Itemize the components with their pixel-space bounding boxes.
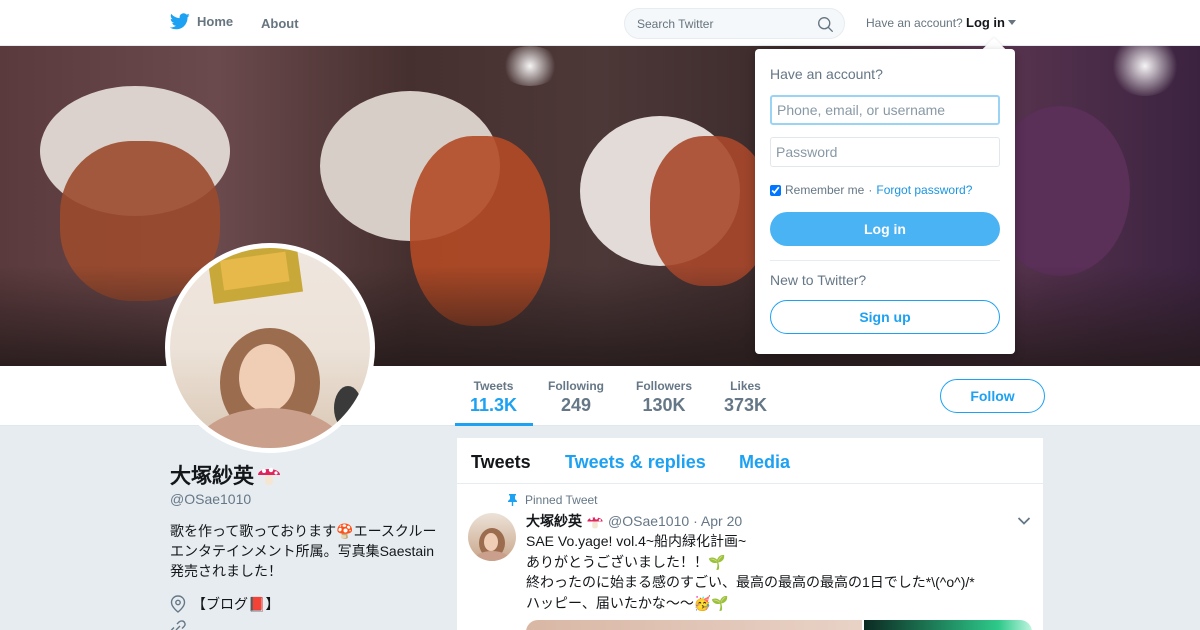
dropdown-divider <box>770 260 1000 261</box>
stat-following[interactable]: Following 249 <box>548 379 604 416</box>
active-tab-indicator <box>455 423 533 426</box>
stage-light <box>500 46 560 86</box>
search-icon[interactable] <box>817 16 834 33</box>
stat-label: Tweets <box>473 379 514 393</box>
stage-light <box>1110 46 1180 96</box>
caret-down-icon <box>1008 20 1016 25</box>
mushroom-icon <box>587 516 603 528</box>
profile-name[interactable]: 大塚紗英 <box>170 460 282 490</box>
pin-icon <box>508 494 517 506</box>
separator-dot: · <box>868 183 873 197</box>
tweet-date[interactable]: · Apr 20 <box>693 513 742 529</box>
avatar-photo <box>191 248 362 448</box>
remember-me: Remember me · Forgot password? <box>770 183 972 197</box>
password-field[interactable] <box>770 137 1000 167</box>
search-box <box>624 8 845 39</box>
remember-me-label[interactable]: Remember me <box>785 183 864 197</box>
stat-followers[interactable]: Followers 130K <box>636 379 692 416</box>
follow-button[interactable]: Follow <box>940 379 1045 413</box>
new-to-twitter-text: New to Twitter? <box>770 272 867 288</box>
tweet-author-name[interactable]: 大塚紗英 <box>526 511 582 531</box>
signup-button[interactable]: Sign up <box>770 300 1000 334</box>
stat-value: 373K <box>724 395 768 415</box>
performer-hair <box>650 136 770 286</box>
stat-value: 11.3K <box>470 395 518 415</box>
nav-home[interactable]: Home <box>170 13 233 30</box>
tweet-header: 大塚紗英 @OSae1010 · Apr 20 <box>526 511 742 531</box>
stat-label: Likes <box>730 379 761 393</box>
tab-tweets-replies[interactable]: Tweets & replies <box>565 452 706 473</box>
profile-handle[interactable]: @OSae1010 <box>170 491 251 507</box>
stat-label: Following <box>548 379 604 393</box>
remember-me-checkbox[interactable] <box>770 184 781 196</box>
tab-media[interactable]: Media <box>739 452 790 473</box>
mushroom-icon <box>258 467 280 485</box>
forgot-password-link[interactable]: Forgot password? <box>876 183 972 197</box>
have-account-text: Have an account? <box>866 16 963 30</box>
tweet-text: SAE Vo.yage! vol.4~船内緑化計画~ ありがとうございました！！… <box>526 531 1026 613</box>
tweet-media-image[interactable] <box>526 620 862 630</box>
nav-about[interactable]: About <box>261 16 299 31</box>
tweet-avatar-photo <box>472 528 512 561</box>
tweet-line: ありがとうございました！！🌱 <box>526 553 726 570</box>
tweet-media-image[interactable] <box>864 620 1032 630</box>
login-button[interactable]: Log in <box>770 212 1000 246</box>
login-dropdown: Have an account? Remember me · Forgot pa… <box>755 49 1015 354</box>
profile-name-text: 大塚紗英 <box>170 465 254 488</box>
username-field[interactable] <box>770 95 1000 125</box>
dropdown-title: Have an account? <box>770 66 883 82</box>
timeline: Tweets Tweets & replies Media Pinned Twe… <box>456 437 1044 630</box>
login-menu-toggle[interactable]: Log in <box>966 15 1016 30</box>
location-pin-icon <box>170 595 186 613</box>
tweet-line: 終わったのに始まる感のすごい、最高の最高の最高の1日でした*\(^o^)/* <box>526 574 975 590</box>
tweet-line: SAE Vo.yage! vol.4~船内緑化計画~ <box>526 533 747 549</box>
profile-website[interactable] <box>170 620 186 630</box>
stat-label: Followers <box>636 379 693 393</box>
profile-bio: 歌を作って歌っております🍄エースクルーエンタテインメント所属。写真集Saesta… <box>170 523 437 579</box>
stat-likes[interactable]: Likes 373K <box>724 379 767 416</box>
location-text: 【ブログ📕】 <box>192 596 280 612</box>
search-input[interactable] <box>637 15 807 33</box>
timeline-tabs: Tweets Tweets & replies Media <box>457 438 1043 484</box>
chevron-down-icon[interactable] <box>1017 516 1031 526</box>
login-menu-label: Log in <box>966 15 1005 30</box>
twitter-bird-icon <box>170 13 190 30</box>
link-icon <box>170 620 186 630</box>
profile-location: 【ブログ📕】 <box>170 594 279 614</box>
tab-tweets[interactable]: Tweets <box>471 452 531 473</box>
nav-home-label: Home <box>197 14 234 29</box>
pinned-text: Pinned Tweet <box>525 493 598 507</box>
stat-value: 249 <box>560 395 592 415</box>
pinned-label: Pinned Tweet <box>507 493 598 507</box>
tweet-line: ハッピー、届いたかな～～🥳🌱 <box>526 594 729 611</box>
top-nav: Home About Have an account? Log in <box>0 0 1200 46</box>
tweet-avatar[interactable] <box>468 513 516 561</box>
stat-value: 130K <box>642 395 686 415</box>
profile-avatar[interactable] <box>165 243 375 453</box>
tweet-author-handle[interactable]: @OSae1010 <box>608 513 689 529</box>
stat-tweets[interactable]: Tweets 11.3K <box>470 379 517 416</box>
